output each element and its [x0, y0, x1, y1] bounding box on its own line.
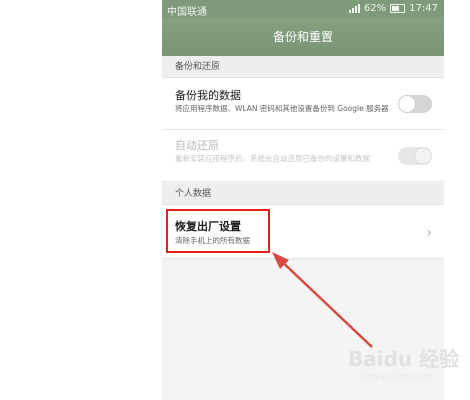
watermark-logo: Baidu 经验 — [348, 347, 460, 371]
watermark-url: jingyan.baidu.com — [360, 372, 434, 381]
annotation-arrow — [272, 252, 373, 348]
